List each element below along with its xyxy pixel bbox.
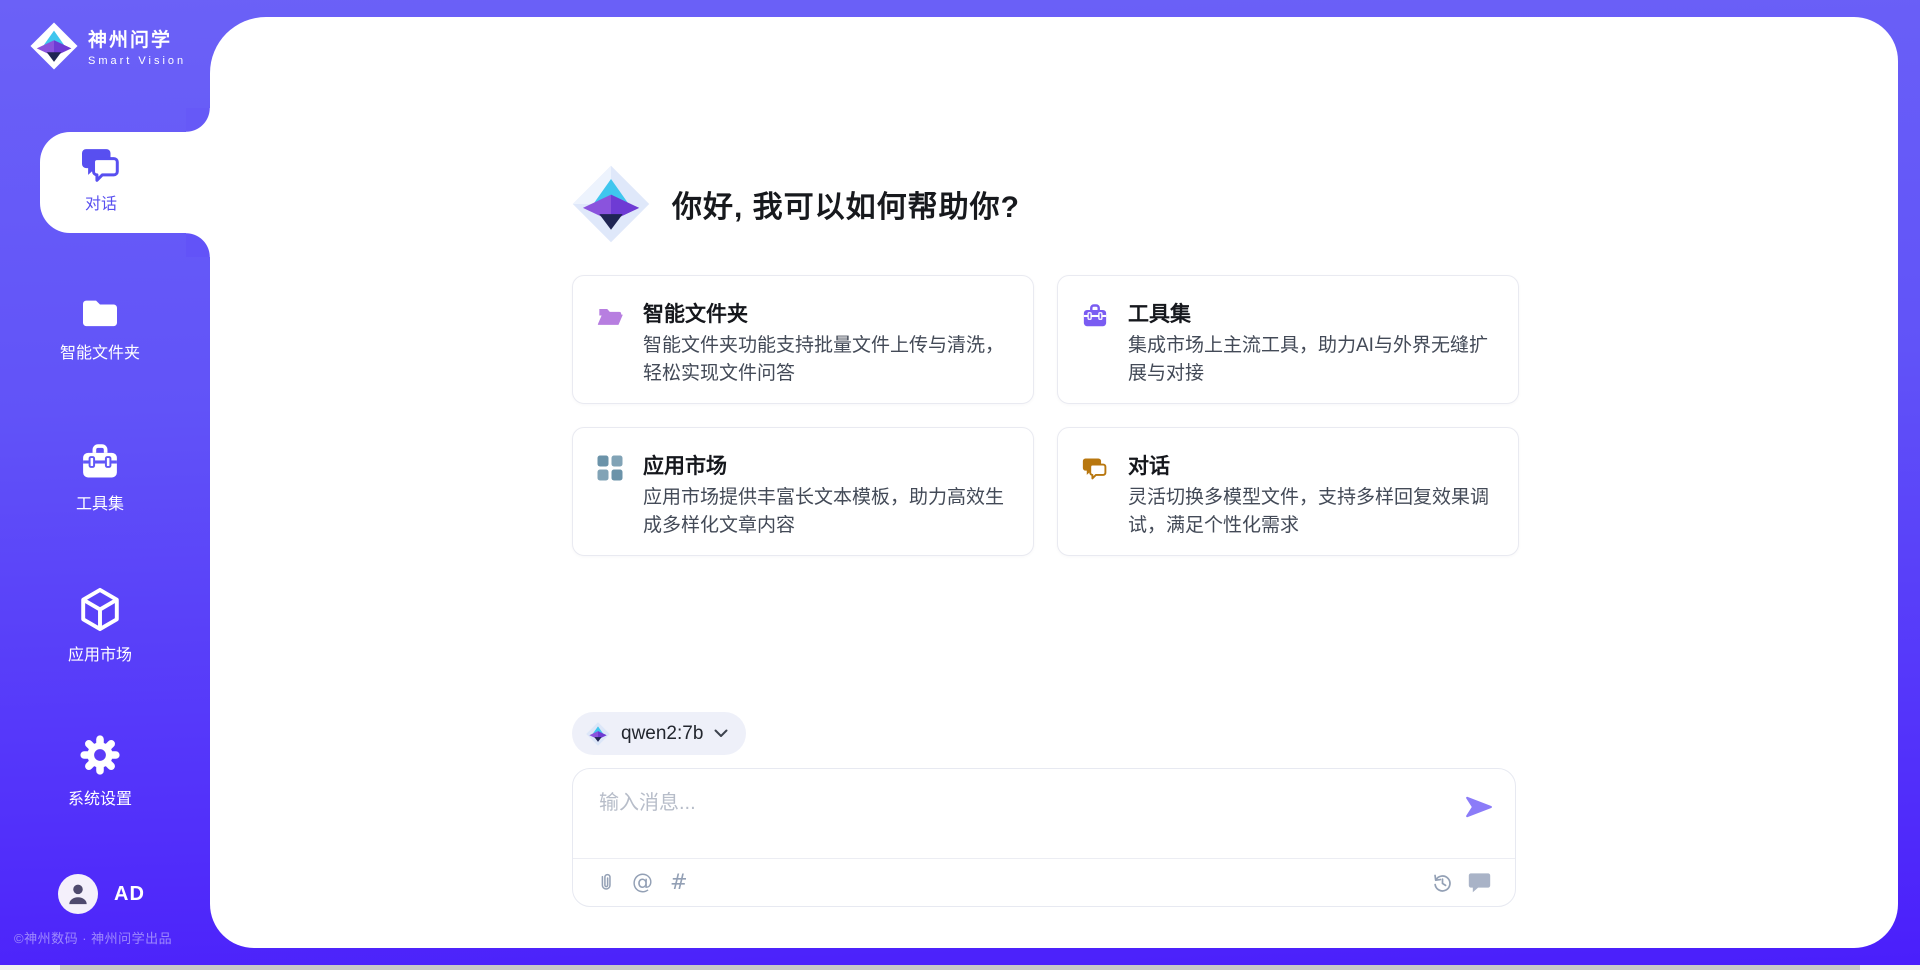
copyright-text: ©神州数码 · 神州问学出品 [14,928,172,947]
card-description: 集成市场上主流工具，助力AI与外界无缝扩展与对接 [1128,332,1502,388]
person-icon [67,882,89,906]
card-toolset[interactable]: 工具集 集成市场上主流工具，助力AI与外界无缝扩展与对接 [1057,275,1519,404]
model-name: qwen2:7b [621,723,703,745]
card-smart-folder[interactable]: 智能文件夹 智能文件夹功能支持批量文件上传与清洗，轻松实现文件问答 [572,275,1034,404]
chat-icon [80,145,122,183]
card-app-market[interactable]: 应用市场 应用市场提供丰富长文本模板，助力高效生成多样化文章内容 [572,427,1034,556]
chat-bubble-icon [1468,872,1491,893]
sidebar: 神州问学 Smart Vision 对话 智能文件夹 工具集 [0,0,210,970]
composer-toolbar: @ # [573,859,1515,906]
horizontal-scrollbar [0,965,1920,970]
card-title: 工具集 [1128,298,1191,328]
horizontal-scrollbar-thumb[interactable] [60,965,1860,970]
history-icon [1432,872,1453,893]
feedback-button[interactable] [1468,872,1491,893]
sidebar-item-settings[interactable]: 系统设置 [0,734,200,809]
card-title: 应用市场 [643,450,727,480]
greeting-title: 你好, 我可以如何帮助你? [672,182,1020,226]
card-description: 灵活切换多模型文件，支持多样回复效果调试，满足个性化需求 [1128,484,1502,540]
sidebar-item-toolset[interactable]: 工具集 [0,443,200,514]
user-name: AD [114,883,145,906]
card-chat[interactable]: 对话 灵活切换多模型文件，支持多样回复效果调试，满足个性化需求 [1057,427,1519,556]
grid-icon [597,455,623,481]
sidebar-item-smart-folder[interactable]: 智能文件夹 [0,296,200,363]
toolbox-icon [80,443,120,481]
brand-diamond-icon [30,22,78,70]
gear-icon [79,734,121,776]
avatar [58,874,98,914]
pill-fillet-top [186,108,210,132]
main-panel: 你好, 我可以如何帮助你? 智能文件夹 智能文件夹功能支持批量文件上传与清洗，轻… [210,17,1898,948]
chevron-down-icon [714,729,728,738]
app-title: 神州问学 [88,25,186,52]
model-diamond-icon [586,722,610,746]
message-input[interactable] [599,786,1439,848]
app-logo: 神州问学 Smart Vision [30,22,186,70]
feature-cards: 智能文件夹 智能文件夹功能支持批量文件上传与清洗，轻松实现文件问答 工具集 集成… [572,275,1519,556]
sidebar-item-app-market[interactable]: 应用市场 [0,587,200,665]
card-description: 应用市场提供丰富长文本模板，助力高效生成多样化文章内容 [643,484,1017,540]
folder-open-icon [597,303,623,329]
mention-icon[interactable]: @ [632,872,653,893]
user-account[interactable]: AD [58,874,145,914]
message-composer: @ # [572,768,1516,907]
sidebar-item-label: 工具集 [76,490,124,514]
greeting-diamond-icon [572,163,650,245]
card-title: 智能文件夹 [643,298,748,328]
app-subtitle: Smart Vision [88,55,186,67]
sidebar-item-label: 对话 [85,190,117,214]
pill-fillet-bottom [186,233,210,257]
model-selector[interactable]: qwen2:7b [572,712,746,755]
greeting: 你好, 我可以如何帮助你? [572,163,1020,245]
paperclip-icon [597,871,615,894]
cube-icon [79,587,121,632]
send-button[interactable] [1465,793,1493,821]
sidebar-item-label: 智能文件夹 [60,339,140,363]
chat-icon [1082,455,1108,481]
card-description: 智能文件夹功能支持批量文件上传与清洗，轻松实现文件问答 [643,332,1017,388]
folder-icon [80,296,120,330]
card-title: 对话 [1128,450,1170,480]
attach-button[interactable] [597,871,615,894]
history-button[interactable] [1432,872,1453,893]
sidebar-item-label: 系统设置 [68,785,132,809]
sidebar-item-label: 应用市场 [68,641,132,665]
sidebar-item-chat[interactable]: 对话 [40,132,210,233]
toolbox-icon [1082,303,1108,329]
topic-icon[interactable]: # [670,872,688,893]
send-icon [1465,793,1493,821]
